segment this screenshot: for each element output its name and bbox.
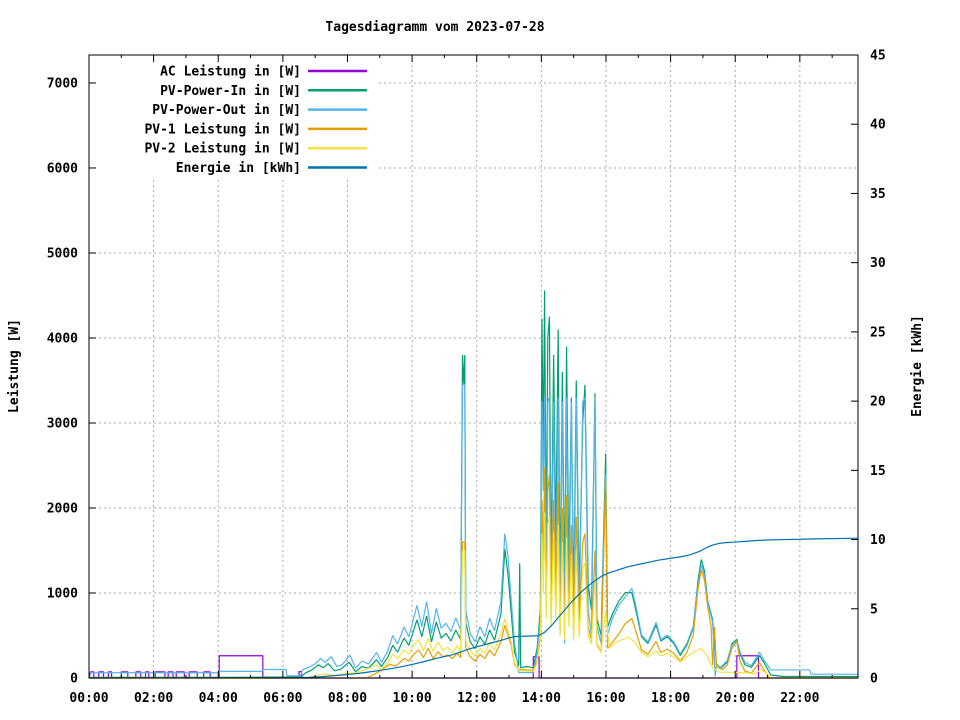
y-left-tick-label: 4000 — [47, 331, 78, 346]
tagesdiagramm-chart: 00:00 02:00 04:00 06:00 08:00 10:00 12:00 14:00… — [7, 20, 925, 706]
y-right-tick-label: 30 — [870, 256, 886, 271]
x-tick-label: 20:00 — [716, 691, 755, 706]
y-right-tick-label: 25 — [870, 325, 886, 340]
legend-label: AC Leistung in [W] — [160, 65, 301, 80]
y-left-tick-label: 0 — [70, 672, 78, 687]
x-tick-label: 00:00 — [69, 691, 108, 706]
x-tick-label: 10:00 — [393, 691, 432, 706]
legend-label: PV-Power-Out in [W] — [152, 103, 301, 118]
series-pv-power-out-in-w — [89, 384, 858, 677]
x-tick-label: 16:00 — [586, 691, 625, 706]
y-right-tick-label: 40 — [870, 118, 886, 133]
series-pv-power-in-in-w — [89, 290, 858, 678]
y-left-tick-label: 7000 — [47, 76, 78, 91]
x-tick-label: 18:00 — [651, 691, 690, 706]
x-tick-label: 06:00 — [263, 691, 302, 706]
y-right-tick-label: 20 — [870, 395, 886, 410]
y-right-tick-label: 45 — [870, 49, 886, 64]
x-tick-label: 14:00 — [522, 691, 561, 706]
y-right-tick-label: 0 — [870, 672, 878, 687]
y-right-tick-label: 10 — [870, 533, 886, 548]
legend-label: Energie in [kWh] — [176, 161, 301, 176]
legend-label: PV-1 Leistung in [W] — [144, 122, 301, 137]
y-left-tick-label: 2000 — [47, 501, 78, 516]
x-tick-label: 04:00 — [199, 691, 238, 706]
series-lines — [88, 290, 859, 679]
x-tick-label: 22:00 — [780, 691, 819, 706]
y-left-tick-label: 5000 — [47, 246, 78, 261]
y-right-tick-label: 5 — [870, 602, 878, 617]
y-axis-left-label: Leistung [W] — [7, 319, 22, 413]
y-left-tick-label: 1000 — [47, 586, 78, 601]
x-tick-label: 12:00 — [457, 691, 496, 706]
y-left-tick-label: 6000 — [47, 161, 78, 176]
legend-label: PV-2 Leistung in [W] — [144, 142, 301, 157]
series-pv-2-leistung-in-w — [89, 512, 858, 679]
y-left-tick-label: 3000 — [47, 416, 78, 431]
x-tick-label: 08:00 — [328, 691, 367, 706]
y-axis-right-label: Energie [kWh] — [910, 315, 925, 417]
y-right-tick-label: 35 — [870, 187, 886, 202]
chart-title: Tagesdiagramm vom 2023-07-28 — [325, 20, 544, 35]
legend-label: PV-Power-In in [W] — [160, 84, 301, 99]
chart: 00:00 02:00 04:00 06:00 08:00 10:00 12:00 14:00… — [0, 0, 960, 720]
y-right-tick-label: 15 — [870, 464, 886, 479]
x-tick-label: 02:00 — [134, 691, 173, 706]
